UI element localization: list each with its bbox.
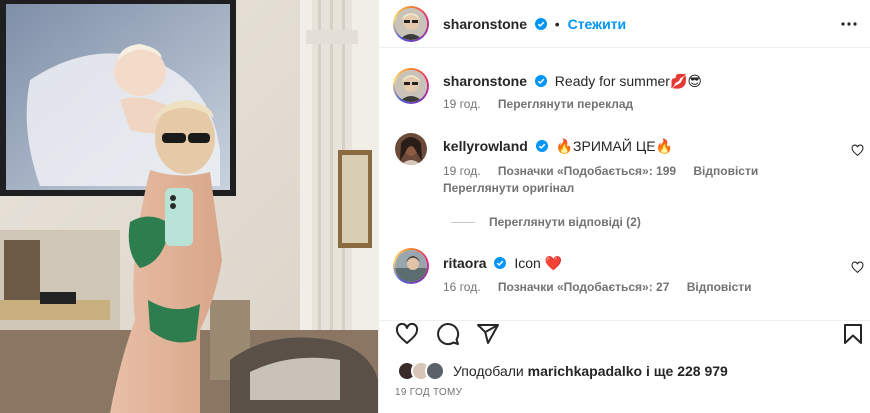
like-heart-icon[interactable]	[395, 322, 419, 346]
reply-button[interactable]: Відповісти	[693, 164, 758, 178]
comment-line: ritaora Icon ❤️	[443, 255, 562, 272]
mirror-selfie-image	[0, 0, 378, 413]
verified-icon	[494, 257, 507, 269]
caption-time[interactable]: 19 год.	[443, 97, 481, 111]
comment-time[interactable]: 16 год.	[443, 280, 481, 294]
follow-button[interactable]: Стежити	[568, 16, 627, 32]
translate-link[interactable]: Переглянути переклад	[498, 97, 633, 111]
verified-icon	[534, 18, 547, 30]
caption-avatar-image	[395, 70, 427, 102]
comment-text: 🔥ЗРИМАЙ ЦЕ🔥	[555, 138, 673, 154]
comment-like-heart-icon[interactable]	[851, 261, 864, 274]
commenter-avatar-image	[395, 133, 427, 165]
likes-summary: Уподобали marichkapadalko і ще 228 979	[453, 363, 728, 379]
commenter-avatar-image	[395, 250, 427, 282]
comment-username[interactable]: ritaora	[443, 255, 487, 271]
comment-text: Icon ❤️	[514, 255, 563, 271]
view-replies[interactable]: Переглянути відповіді (2)	[451, 215, 641, 229]
post-header: sharonstone • Стежити	[379, 0, 870, 48]
separator-dot: •	[554, 16, 560, 32]
comment-line: kellyrowland 🔥ЗРИМАЙ ЦЕ🔥	[443, 138, 673, 155]
author-avatar[interactable]	[393, 6, 429, 42]
view-original-link[interactable]: Переглянути оригінал	[443, 181, 574, 195]
caption-line: sharonstone Ready for summer💋😎	[443, 73, 702, 90]
verified-icon	[534, 75, 547, 87]
post-photo[interactable]	[0, 0, 378, 413]
comment-avatar[interactable]	[395, 133, 427, 165]
comment-time[interactable]: 19 год.	[443, 164, 481, 178]
verified-icon	[535, 140, 548, 152]
liker-username[interactable]: marichkapadalko	[528, 363, 642, 379]
replies-line	[451, 222, 475, 224]
post-panel: sharonstone • Стежити sharonstone Ready …	[378, 0, 870, 413]
post-time-ago[interactable]: 19 ГОД ТОМУ	[395, 387, 462, 398]
comment-like-heart-icon[interactable]	[851, 144, 864, 157]
comment-username[interactable]: kellyrowland	[443, 138, 528, 154]
share-icon[interactable]	[476, 322, 500, 346]
bookmark-icon[interactable]	[841, 322, 865, 346]
comment-likes-count[interactable]: Позначки «Подобається»: 27	[498, 280, 669, 294]
caption-meta: 19 год. Переглянути переклад	[443, 97, 647, 111]
view-replies-label[interactable]: Переглянути відповіді (2)	[489, 215, 641, 229]
caption-username[interactable]: sharonstone	[443, 73, 527, 89]
comment-meta: 16 год. Позначки «Подобається»: 27 Відпо…	[443, 280, 766, 294]
likes-prefix: Уподобали	[453, 363, 524, 379]
reply-button[interactable]: Відповісти	[687, 280, 752, 294]
caption-avatar[interactable]	[393, 68, 429, 104]
author-avatar-image	[395, 8, 427, 40]
caption-text: Ready for summer💋😎	[554, 73, 702, 89]
comment-icon[interactable]	[436, 322, 460, 346]
post-actions: Уподобали marichkapadalko і ще 228 979 1…	[379, 320, 870, 413]
more-options-icon[interactable]	[841, 16, 857, 32]
comment-meta: 19 год. Позначки «Подобається»: 199 Відп…	[443, 164, 772, 178]
author-username[interactable]: sharonstone	[443, 16, 527, 32]
liker-avatar	[425, 361, 445, 381]
comment-avatar[interactable]	[393, 248, 429, 284]
likes-count[interactable]: і ще 228 979	[646, 363, 728, 379]
comment-likes-count[interactable]: Позначки «Подобається»: 199	[498, 164, 676, 178]
